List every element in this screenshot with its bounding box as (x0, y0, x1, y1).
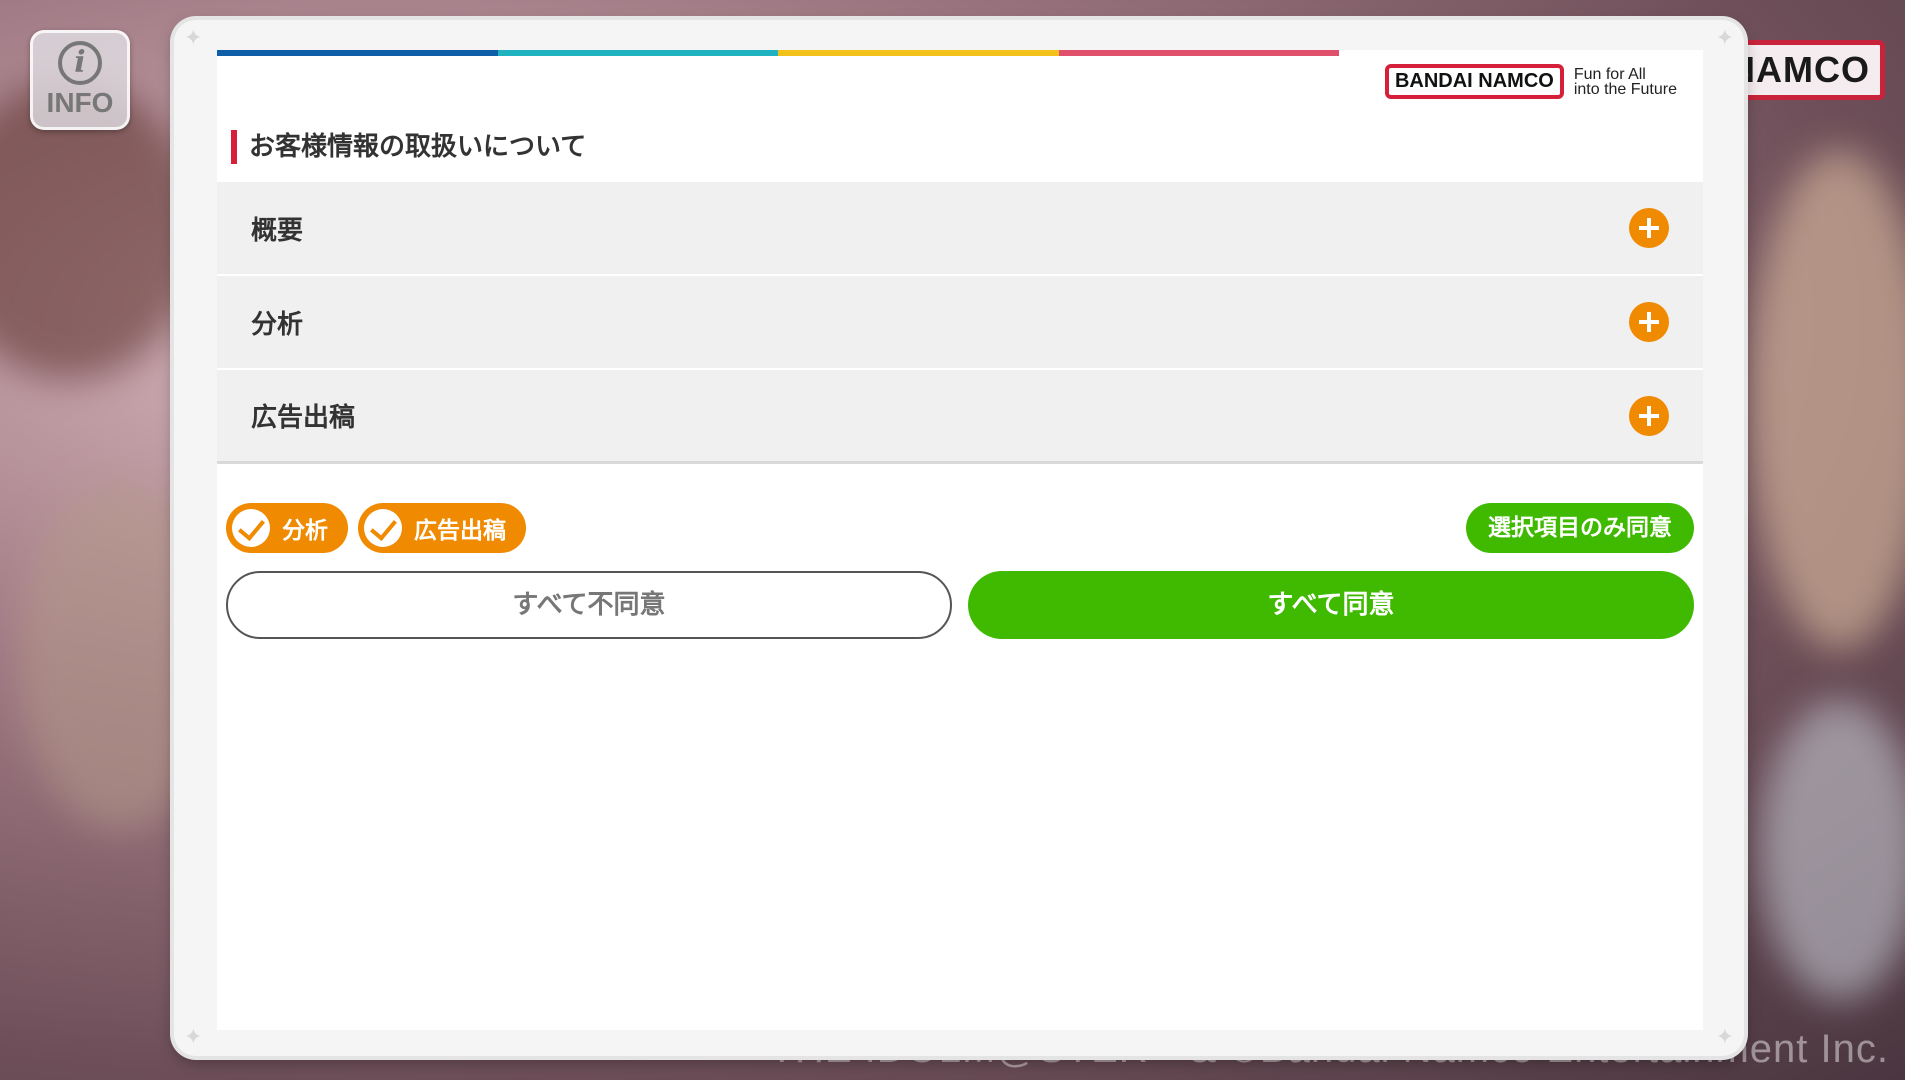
accordion-item-label: 分析 (251, 309, 304, 340)
brand-logo: BANDAI NAMCO Fun for All into the Future (1384, 64, 1677, 99)
accordion-item-label: 広告出稿 (251, 403, 356, 433)
brand-color-stripe (217, 50, 1339, 56)
chip-label: 広告出稿 (414, 518, 506, 544)
checkmark-icon (364, 509, 402, 547)
accordion-item-overview[interactable]: 概要 (217, 182, 1703, 276)
plus-icon[interactable] (1629, 395, 1669, 436)
info-icon: i (58, 41, 102, 85)
chip-advertising[interactable]: 広告出稿 (358, 503, 526, 553)
consent-panel: BANDAI NAMCO Fun for All into the Future… (217, 50, 1703, 1030)
sparkle-icon: ✦ (1715, 26, 1734, 51)
brand-tagline-line1: Fun for All (1573, 65, 1646, 83)
accordion-item-label: 概要 (251, 215, 304, 246)
consent-chip-group: 分析 広告出稿 (226, 503, 526, 553)
plus-icon[interactable] (1629, 208, 1669, 248)
plus-icon[interactable] (1629, 302, 1669, 342)
brand-tagline-line2: into the Future (1573, 80, 1677, 98)
page-title: お客様情報の取扱いについて (231, 130, 586, 164)
info-label: INFO (46, 87, 114, 118)
sparkle-icon: ✦ (184, 1025, 203, 1050)
agree-all-button[interactable]: すべて同意 (968, 571, 1694, 639)
chip-analytics[interactable]: 分析 (226, 503, 348, 553)
disagree-all-button[interactable]: すべて不同意 (226, 571, 952, 639)
sparkle-icon: ✦ (1715, 1025, 1734, 1050)
info-button[interactable]: i INFO (30, 30, 130, 130)
consent-accordion: 概要 分析 広告出稿 (217, 182, 1703, 464)
agree-selected-button[interactable]: 選択項目のみ同意 (1466, 503, 1694, 553)
chip-label: 分析 (282, 518, 328, 544)
brand-tagline: Fun for All into the Future (1573, 65, 1677, 98)
accordion-item-analytics[interactable]: 分析 (217, 276, 1703, 370)
brand-logo-text: BANDAI NAMCO (1384, 64, 1564, 99)
checkmark-icon (232, 509, 270, 547)
accordion-item-advertising[interactable]: 広告出稿 (217, 370, 1703, 464)
sparkle-icon: ✦ (184, 26, 203, 51)
